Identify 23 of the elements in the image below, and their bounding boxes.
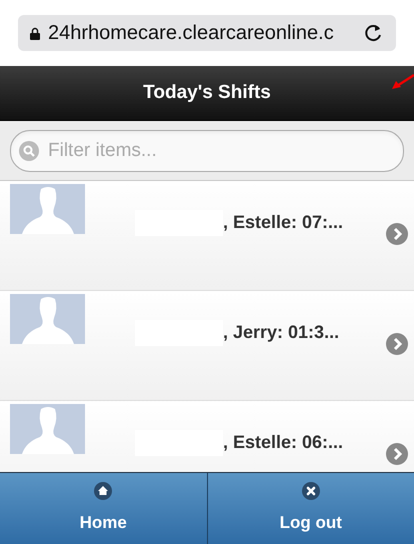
- shift-list-item[interactable]: , Estelle: 07:...: [0, 181, 414, 291]
- address-bar[interactable]: 24hrhomecare.clearcareonline.c: [18, 15, 396, 51]
- chevron-right-icon: [386, 223, 408, 245]
- nav-button[interactable]: Home: [0, 473, 206, 544]
- home-icon: [94, 482, 112, 500]
- shift-label: , Estelle: 07:...: [223, 211, 344, 234]
- filter-field[interactable]: Filter items...: [10, 130, 404, 172]
- reload-icon[interactable]: [364, 23, 384, 43]
- url-text: 24hrhomecare.clearcareonline.c: [48, 21, 335, 46]
- chevron-right-icon: [386, 333, 408, 355]
- chevron-right-icon: [386, 443, 408, 465]
- nav-button[interactable]: Log out: [206, 473, 414, 544]
- page-title: Today's Shifts: [143, 80, 271, 105]
- shift-list-item[interactable]: , Jerry: 01:3...: [0, 291, 414, 401]
- close-icon: [302, 482, 320, 500]
- shift-list-item[interactable]: , Estelle: 06:...: [0, 401, 414, 472]
- arrow-icon: [392, 74, 414, 90]
- avatar-placeholder-icon: [10, 184, 85, 234]
- avatar-placeholder-icon: [10, 294, 85, 344]
- shift-label: , Estelle: 06:...: [223, 431, 344, 454]
- lock-icon: [30, 26, 40, 40]
- avatar-placeholder-icon: [10, 404, 85, 454]
- shift-label: , Jerry: 01:3...: [223, 321, 340, 344]
